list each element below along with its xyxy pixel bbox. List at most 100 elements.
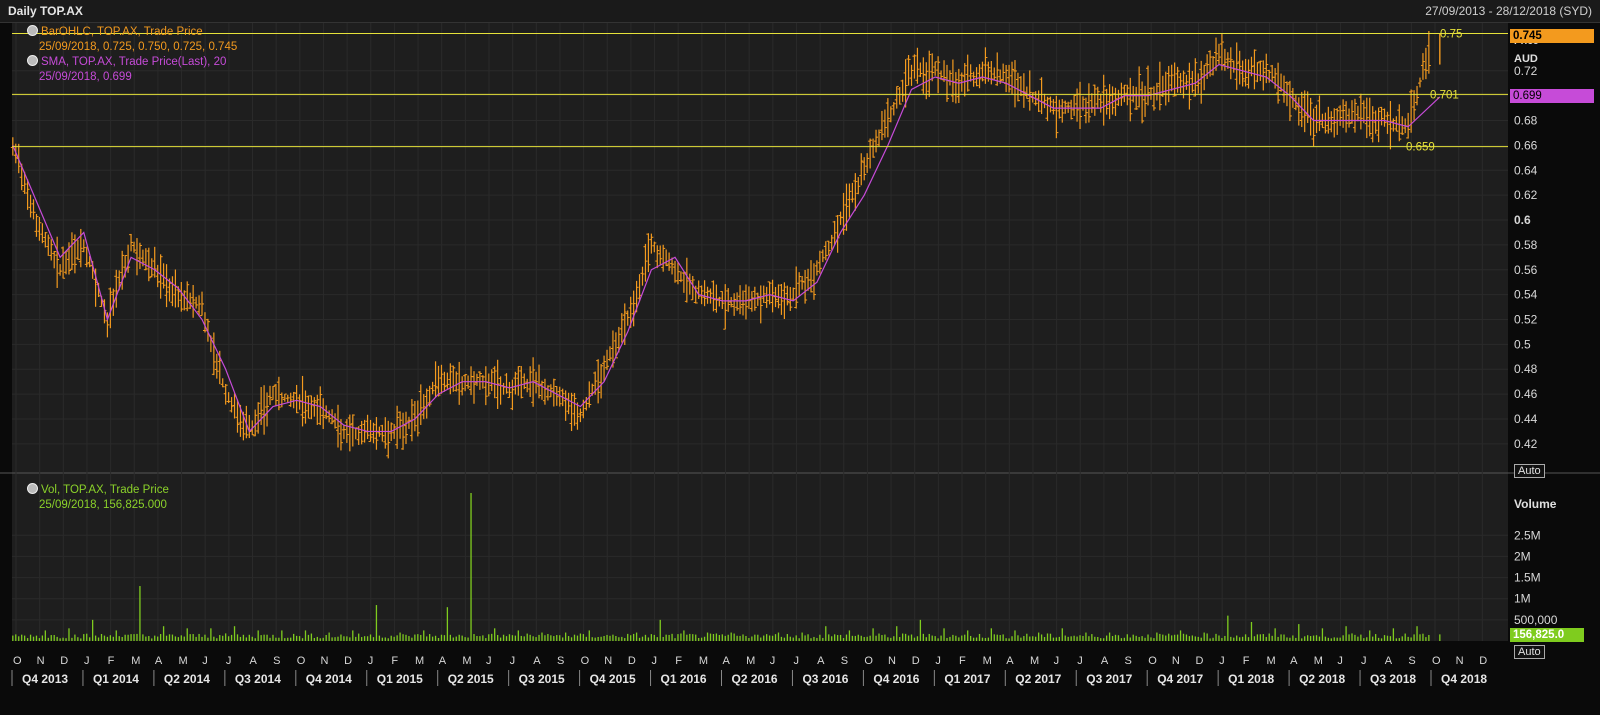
month-tick-label: N bbox=[37, 655, 45, 667]
sma-legend-values: 25/09/2018, 0.699 bbox=[39, 71, 132, 83]
month-tick-label: A bbox=[723, 655, 731, 667]
volume-tick-label: 2.5M bbox=[1514, 528, 1541, 542]
price-tick-label: 0.56 bbox=[1514, 263, 1538, 277]
month-tick-label: S bbox=[841, 655, 848, 667]
chart-canvas[interactable]: 0.720.70.680.660.640.620.60.580.560.540.… bbox=[0, 0, 1600, 715]
month-tick-label: J bbox=[1361, 655, 1367, 667]
price-legend: BarOHLC, TOP.AX, Trade Price 25/09/2018,… bbox=[27, 25, 237, 85]
vol-legend-values: 25/09/2018, 156,825.000 bbox=[39, 499, 167, 511]
horizontal-level-label: 0.701 bbox=[1430, 89, 1459, 101]
month-tick-label: F bbox=[675, 655, 682, 667]
quarter-label: Q3 2015 bbox=[519, 672, 565, 686]
month-tick-label: M bbox=[179, 655, 188, 667]
legend-toggle-icon[interactable] bbox=[27, 55, 38, 66]
month-tick-label: A bbox=[1101, 655, 1109, 667]
price-tick-label: 0.54 bbox=[1514, 288, 1538, 302]
month-tick-label: N bbox=[1172, 655, 1180, 667]
month-tick-label: D bbox=[912, 655, 920, 667]
month-tick-label: A bbox=[439, 655, 447, 667]
month-tick-label: S bbox=[1408, 655, 1415, 667]
quarter-label: Q4 2017 bbox=[1157, 672, 1203, 686]
volume-axis-caption: Volume bbox=[1514, 497, 1557, 511]
quarter-label: Q2 2017 bbox=[1015, 672, 1061, 686]
volume-tick-label: 1M bbox=[1514, 592, 1531, 606]
month-tick-label: N bbox=[888, 655, 896, 667]
quarter-label: Q4 2016 bbox=[873, 672, 919, 686]
month-tick-label: J bbox=[1077, 655, 1083, 667]
quarter-label: Q4 2018 bbox=[1441, 672, 1487, 686]
month-tick-label: N bbox=[604, 655, 612, 667]
month-tick-label: M bbox=[415, 655, 424, 667]
month-tick-label: J bbox=[793, 655, 799, 667]
month-tick-label: J bbox=[84, 655, 90, 667]
price-tick-label: 0.66 bbox=[1514, 138, 1538, 152]
bar-legend-values: 25/09/2018, 0.725, 0.750, 0.725, 0.745 bbox=[39, 41, 238, 53]
currency-caption: AUD bbox=[1514, 53, 1538, 65]
volume-tick-label: 500,000 bbox=[1514, 613, 1558, 627]
quarter-label: Q2 2015 bbox=[448, 672, 494, 686]
vol-legend-label: Vol, TOP.AX, Trade Price bbox=[41, 484, 169, 496]
sma-last-tag: 0.699 bbox=[1510, 89, 1594, 103]
month-tick-label: J bbox=[226, 655, 232, 667]
price-tick-label: 0.5 bbox=[1514, 337, 1531, 351]
month-tick-label: A bbox=[250, 655, 258, 667]
last-price-tag: 0.745 bbox=[1510, 29, 1594, 43]
month-tick-label: J bbox=[202, 655, 208, 667]
quarter-label: Q3 2014 bbox=[235, 672, 281, 686]
legend-toggle-icon[interactable] bbox=[27, 483, 38, 494]
month-tick-label: J bbox=[510, 655, 516, 667]
month-tick-label: F bbox=[1243, 655, 1250, 667]
month-tick-label: D bbox=[628, 655, 636, 667]
price-tick-label: 0.44 bbox=[1514, 412, 1538, 426]
month-tick-label: S bbox=[273, 655, 280, 667]
price-tick-label: 0.52 bbox=[1514, 313, 1538, 327]
quarter-label: Q3 2016 bbox=[802, 672, 848, 686]
month-tick-label: F bbox=[391, 655, 398, 667]
price-tick-label: 0.42 bbox=[1514, 437, 1538, 451]
horizontal-level-label: 0.659 bbox=[1406, 142, 1435, 154]
quarter-label: Q4 2013 bbox=[22, 672, 68, 686]
quarter-label: Q2 2014 bbox=[164, 672, 210, 686]
month-tick-label: A bbox=[533, 655, 541, 667]
month-tick-label: A bbox=[1385, 655, 1393, 667]
price-tick-label: 0.48 bbox=[1514, 362, 1538, 376]
price-tick-label: 0.64 bbox=[1514, 163, 1538, 177]
quarter-label: Q1 2017 bbox=[944, 672, 990, 686]
month-tick-label: S bbox=[1125, 655, 1132, 667]
month-tick-label: O bbox=[581, 655, 590, 667]
legend-toggle-icon[interactable] bbox=[27, 25, 38, 36]
volume-legend: Vol, TOP.AX, Trade Price 25/09/2018, 156… bbox=[27, 483, 169, 513]
horizontal-level-label: 0.75 bbox=[1440, 28, 1462, 40]
price-auto-scale-button[interactable]: Auto bbox=[1514, 464, 1545, 478]
month-tick-label: J bbox=[486, 655, 492, 667]
chart-window: Daily TOP.AX 27/09/2013 - 28/12/2018 (SY… bbox=[0, 0, 1600, 715]
price-tick-label: 0.72 bbox=[1514, 64, 1538, 78]
month-tick-label: A bbox=[1290, 655, 1298, 667]
month-tick-label: M bbox=[1314, 655, 1323, 667]
month-tick-label: J bbox=[770, 655, 776, 667]
month-tick-label: N bbox=[320, 655, 328, 667]
bar-legend-label: BarOHLC, TOP.AX, Trade Price bbox=[41, 26, 203, 38]
month-tick-label: O bbox=[1432, 655, 1441, 667]
month-tick-label: J bbox=[1054, 655, 1060, 667]
month-tick-label: O bbox=[13, 655, 22, 667]
quarter-label: Q3 2018 bbox=[1370, 672, 1416, 686]
month-tick-label: J bbox=[1219, 655, 1225, 667]
price-tick-label: 0.58 bbox=[1514, 238, 1538, 252]
month-tick-label: M bbox=[462, 655, 471, 667]
month-tick-label: D bbox=[1479, 655, 1487, 667]
month-tick-label: S bbox=[557, 655, 564, 667]
month-tick-label: J bbox=[935, 655, 941, 667]
month-tick-label: M bbox=[1266, 655, 1275, 667]
quarter-label: Q4 2015 bbox=[590, 672, 636, 686]
month-tick-label: O bbox=[297, 655, 306, 667]
month-tick-label: O bbox=[864, 655, 873, 667]
quarter-label: Q2 2016 bbox=[732, 672, 778, 686]
month-tick-label: M bbox=[746, 655, 755, 667]
volume-auto-scale-button[interactable]: Auto bbox=[1514, 645, 1545, 659]
month-tick-label: F bbox=[959, 655, 966, 667]
price-tick-label: 0.46 bbox=[1514, 387, 1538, 401]
volume-tick-label: 2M bbox=[1514, 549, 1531, 563]
month-tick-label: O bbox=[1148, 655, 1157, 667]
month-tick-label: A bbox=[817, 655, 825, 667]
